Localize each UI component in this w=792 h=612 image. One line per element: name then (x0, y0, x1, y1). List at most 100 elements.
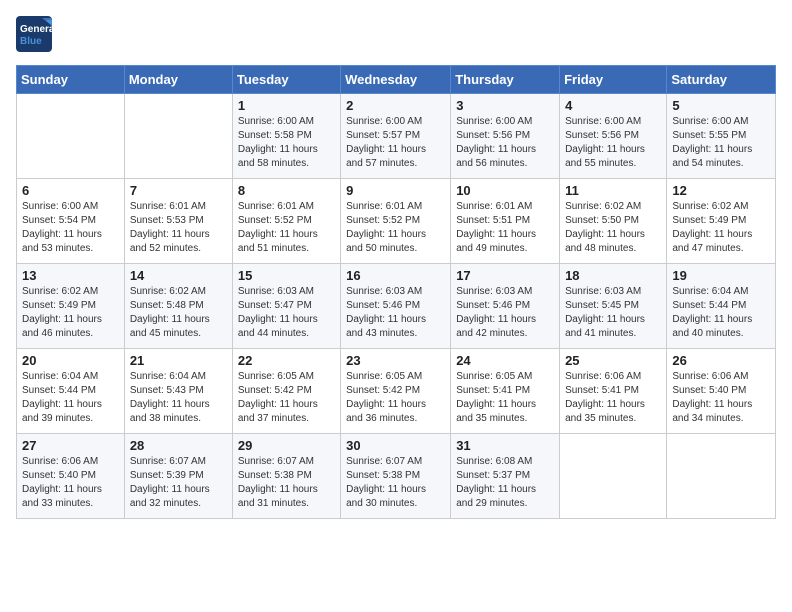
calendar-cell: 4 Sunrise: 6:00 AM Sunset: 5:56 PM Daylig… (560, 94, 667, 179)
calendar-cell: 2 Sunrise: 6:00 AM Sunset: 5:57 PM Daylig… (341, 94, 451, 179)
calendar-cell: 14 Sunrise: 6:02 AM Sunset: 5:48 PM Dayli… (124, 264, 232, 349)
day-info: Sunrise: 6:06 AM Sunset: 5:41 PM Dayligh… (565, 370, 661, 426)
day-info: Sunrise: 6:00 AM Sunset: 5:57 PM Dayligh… (346, 115, 445, 171)
day-number: 21 (130, 353, 227, 368)
day-info: Sunrise: 6:03 AM Sunset: 5:47 PM Dayligh… (238, 285, 335, 341)
day-number: 5 (672, 98, 770, 113)
calendar-cell (124, 94, 232, 179)
day-info: Sunrise: 6:06 AM Sunset: 5:40 PM Dayligh… (672, 370, 770, 426)
day-info: Sunrise: 6:01 AM Sunset: 5:51 PM Dayligh… (456, 200, 554, 256)
day-header-monday: Monday (124, 66, 232, 94)
day-number: 16 (346, 268, 445, 283)
calendar-cell: 21 Sunrise: 6:04 AM Sunset: 5:43 PM Dayli… (124, 349, 232, 434)
day-number: 18 (565, 268, 661, 283)
day-number: 1 (238, 98, 335, 113)
calendar-cell: 28Sunrise: 6:07 AM Sunset: 5:39 PM Dayli… (124, 434, 232, 519)
day-number: 25 (565, 353, 661, 368)
day-number: 17 (456, 268, 554, 283)
day-number: 13 (22, 268, 119, 283)
day-info: Sunrise: 6:03 AM Sunset: 5:45 PM Dayligh… (565, 285, 661, 341)
day-header-sunday: Sunday (17, 66, 125, 94)
calendar-cell: 31 Sunrise: 6:08 AM Sunset: 5:37 PM Dayli… (451, 434, 560, 519)
calendar-cell: 25 Sunrise: 6:06 AM Sunset: 5:41 PM Dayli… (560, 349, 667, 434)
week-row-1: 1 Sunrise: 6:00 AM Sunset: 5:58 PM Daylig… (17, 94, 776, 179)
day-info: Sunrise: 6:00 AM Sunset: 5:56 PM Dayligh… (565, 115, 661, 171)
day-number: 22 (238, 353, 335, 368)
calendar-cell: 29Sunrise: 6:07 AM Sunset: 5:38 PM Dayli… (232, 434, 340, 519)
day-info: Sunrise: 6:01 AM Sunset: 5:52 PM Dayligh… (238, 200, 335, 256)
calendar-cell: 1 Sunrise: 6:00 AM Sunset: 5:58 PM Daylig… (232, 94, 340, 179)
day-info: Sunrise: 6:05 AM Sunset: 5:41 PM Dayligh… (456, 370, 554, 426)
day-number: 11 (565, 183, 661, 198)
day-info: Sunrise: 6:05 AM Sunset: 5:42 PM Dayligh… (238, 370, 335, 426)
day-number: 27 (22, 438, 119, 453)
day-number: 6 (22, 183, 119, 198)
calendar-cell: 24Sunrise: 6:05 AM Sunset: 5:41 PM Dayli… (451, 349, 560, 434)
calendar-cell: 22 Sunrise: 6:05 AM Sunset: 5:42 PM Dayli… (232, 349, 340, 434)
calendar-cell: 9 Sunrise: 6:01 AM Sunset: 5:52 PM Daylig… (341, 179, 451, 264)
logo-icon: General Blue (16, 16, 52, 52)
day-header-tuesday: Tuesday (232, 66, 340, 94)
day-number: 31 (456, 438, 554, 453)
calendar-cell: 15 Sunrise: 6:03 AM Sunset: 5:47 PM Dayli… (232, 264, 340, 349)
day-number: 30 (346, 438, 445, 453)
calendar-table: SundayMondayTuesdayWednesdayThursdayFrid… (16, 65, 776, 519)
day-header-friday: Friday (560, 66, 667, 94)
svg-text:General: General (20, 24, 52, 35)
calendar-cell: 11 Sunrise: 6:02 AM Sunset: 5:50 PM Dayli… (560, 179, 667, 264)
calendar-cell: 12 Sunrise: 6:02 AM Sunset: 5:49 PM Dayli… (667, 179, 776, 264)
calendar-cell: 26 Sunrise: 6:06 AM Sunset: 5:40 PM Dayli… (667, 349, 776, 434)
day-info: Sunrise: 6:02 AM Sunset: 5:49 PM Dayligh… (672, 200, 770, 256)
calendar-cell: 6Sunrise: 6:00 AM Sunset: 5:54 PM Daylig… (17, 179, 125, 264)
day-info: Sunrise: 6:07 AM Sunset: 5:39 PM Dayligh… (130, 455, 227, 511)
day-info: Sunrise: 6:03 AM Sunset: 5:46 PM Dayligh… (346, 285, 445, 341)
calendar-cell: 18 Sunrise: 6:03 AM Sunset: 5:45 PM Dayli… (560, 264, 667, 349)
day-number: 8 (238, 183, 335, 198)
day-header-thursday: Thursday (451, 66, 560, 94)
day-info: Sunrise: 6:00 AM Sunset: 5:56 PM Dayligh… (456, 115, 554, 171)
day-info: Sunrise: 6:08 AM Sunset: 5:37 PM Dayligh… (456, 455, 554, 511)
day-info: Sunrise: 6:07 AM Sunset: 5:38 PM Dayligh… (238, 455, 335, 511)
day-number: 9 (346, 183, 445, 198)
calendar-cell: 19 Sunrise: 6:04 AM Sunset: 5:44 PM Dayli… (667, 264, 776, 349)
day-number: 26 (672, 353, 770, 368)
calendar-header: SundayMondayTuesdayWednesdayThursdayFrid… (17, 66, 776, 94)
day-info: Sunrise: 6:02 AM Sunset: 5:48 PM Dayligh… (130, 285, 227, 341)
calendar-body: 1 Sunrise: 6:00 AM Sunset: 5:58 PM Daylig… (17, 94, 776, 519)
day-number: 4 (565, 98, 661, 113)
day-info: Sunrise: 6:01 AM Sunset: 5:53 PM Dayligh… (130, 200, 227, 256)
calendar-cell: 30 Sunrise: 6:07 AM Sunset: 5:38 PM Dayli… (341, 434, 451, 519)
day-number: 12 (672, 183, 770, 198)
day-number: 14 (130, 268, 227, 283)
day-info: Sunrise: 6:03 AM Sunset: 5:46 PM Dayligh… (456, 285, 554, 341)
calendar-cell: 3 Sunrise: 6:00 AM Sunset: 5:56 PM Daylig… (451, 94, 560, 179)
day-number: 10 (456, 183, 554, 198)
header: General Blue (16, 16, 776, 57)
header-row: SundayMondayTuesdayWednesdayThursdayFrid… (17, 66, 776, 94)
day-info: Sunrise: 6:07 AM Sunset: 5:38 PM Dayligh… (346, 455, 445, 511)
calendar-cell: 8 Sunrise: 6:01 AM Sunset: 5:52 PM Daylig… (232, 179, 340, 264)
day-number: 19 (672, 268, 770, 283)
calendar-cell: 5Sunrise: 6:00 AM Sunset: 5:55 PM Daylig… (667, 94, 776, 179)
day-info: Sunrise: 6:04 AM Sunset: 5:43 PM Dayligh… (130, 370, 227, 426)
week-row-3: 13Sunrise: 6:02 AM Sunset: 5:49 PM Dayli… (17, 264, 776, 349)
calendar-cell: 10 Sunrise: 6:01 AM Sunset: 5:51 PM Dayli… (451, 179, 560, 264)
week-row-4: 20 Sunrise: 6:04 AM Sunset: 5:44 PM Dayli… (17, 349, 776, 434)
calendar-cell (17, 94, 125, 179)
calendar-cell: 27Sunrise: 6:06 AM Sunset: 5:40 PM Dayli… (17, 434, 125, 519)
day-info: Sunrise: 6:00 AM Sunset: 5:58 PM Dayligh… (238, 115, 335, 171)
day-info: Sunrise: 6:05 AM Sunset: 5:42 PM Dayligh… (346, 370, 445, 426)
day-info: Sunrise: 6:02 AM Sunset: 5:50 PM Dayligh… (565, 200, 661, 256)
day-info: Sunrise: 6:04 AM Sunset: 5:44 PM Dayligh… (672, 285, 770, 341)
day-number: 2 (346, 98, 445, 113)
day-number: 3 (456, 98, 554, 113)
day-number: 15 (238, 268, 335, 283)
day-info: Sunrise: 6:04 AM Sunset: 5:44 PM Dayligh… (22, 370, 119, 426)
calendar-cell: 13Sunrise: 6:02 AM Sunset: 5:49 PM Dayli… (17, 264, 125, 349)
day-number: 20 (22, 353, 119, 368)
week-row-2: 6Sunrise: 6:00 AM Sunset: 5:54 PM Daylig… (17, 179, 776, 264)
day-info: Sunrise: 6:01 AM Sunset: 5:52 PM Dayligh… (346, 200, 445, 256)
week-row-5: 27Sunrise: 6:06 AM Sunset: 5:40 PM Dayli… (17, 434, 776, 519)
calendar-cell: 16 Sunrise: 6:03 AM Sunset: 5:46 PM Dayli… (341, 264, 451, 349)
svg-text:Blue: Blue (20, 36, 42, 47)
